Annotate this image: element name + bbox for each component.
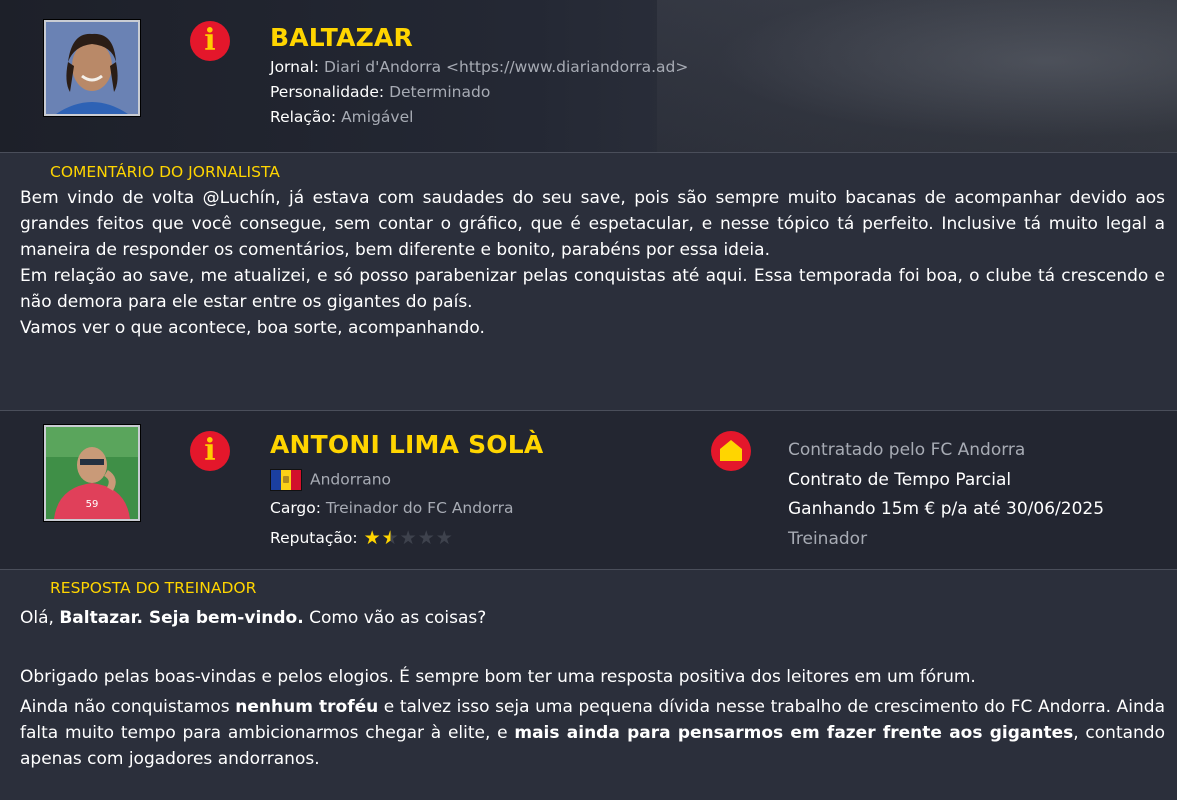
relation-value: Amigável bbox=[341, 108, 414, 126]
nationality-value[interactable]: Andorrano bbox=[310, 471, 391, 489]
journalist-photo[interactable] bbox=[44, 20, 140, 116]
reply-bold-text: Baltazar. Seja bem-vindo. bbox=[59, 608, 304, 628]
reply-text: Ainda não conquistamos bbox=[20, 697, 236, 717]
coach-reply-title: RESPOSTA DO TREINADOR bbox=[50, 579, 257, 597]
contract-club[interactable]: Contratado pelo FC Andorra bbox=[788, 440, 1025, 460]
reply-line-1: Olá, Baltazar. Seja bem-vindo. Como vão … bbox=[20, 605, 1165, 631]
reputation-label: Reputação: bbox=[270, 529, 358, 547]
star-icon: ★ bbox=[435, 527, 453, 549]
reply-bold-text: nenhum troféu bbox=[235, 697, 379, 717]
coach-info-icon[interactable]: i bbox=[190, 431, 230, 471]
contract-type: Contrato de Tempo Parcial bbox=[788, 470, 1012, 490]
journalist-info-icon[interactable]: i bbox=[190, 21, 230, 61]
journalist-name[interactable]: BALTAZAR bbox=[270, 23, 413, 52]
coach-role: Cargo: Treinador do FC Andorra bbox=[270, 499, 514, 517]
comment-paragraph-1: Bem vindo de volta @Luchín, já estava co… bbox=[20, 188, 1165, 260]
coach-photo[interactable]: 59 bbox=[44, 425, 140, 521]
newspaper-value[interactable]: Diari d'Andorra <https://www.diariandorr… bbox=[324, 58, 688, 76]
star-icon: ★ bbox=[417, 527, 435, 549]
home-icon[interactable] bbox=[711, 431, 751, 471]
reply-spacer bbox=[20, 631, 1165, 664]
reply-line-3: Ainda não conquistamos nenhum troféu e t… bbox=[20, 694, 1165, 772]
contract-role: Treinador bbox=[788, 529, 868, 549]
coach-nationality: Andorrano bbox=[270, 469, 391, 491]
personality-label: Personalidade: bbox=[270, 83, 385, 101]
personality-value: Determinado bbox=[389, 83, 491, 101]
role-label: Cargo: bbox=[270, 499, 321, 517]
journalist-personality: Personalidade: Determinado bbox=[270, 83, 490, 101]
svg-text:59: 59 bbox=[86, 499, 99, 510]
reply-text: Como vão as coisas? bbox=[303, 608, 487, 628]
journalist-comment-title: COMENTÁRIO DO JORNALISTA bbox=[50, 163, 280, 181]
header-background bbox=[657, 0, 1177, 152]
reply-text: Olá, bbox=[20, 608, 60, 628]
journalist-newspaper: Jornal: Diari d'Andorra <https://www.dia… bbox=[270, 58, 688, 76]
journalist-header bbox=[0, 0, 1177, 153]
reply-bold-text: mais ainda para pensarmos em fazer frent… bbox=[514, 723, 1074, 743]
star-icon: ★ bbox=[363, 527, 381, 549]
star-icon: ★ bbox=[381, 527, 399, 549]
relation-label: Relação: bbox=[270, 108, 337, 126]
reputation-stars: ★★★★★ bbox=[364, 529, 454, 548]
andorra-flag-icon bbox=[270, 469, 302, 491]
journalist-portrait bbox=[46, 22, 138, 114]
role-value[interactable]: Treinador do FC Andorra bbox=[326, 499, 514, 517]
coach-name[interactable]: ANTONI LIMA SOLÀ bbox=[270, 430, 543, 459]
coach-header bbox=[0, 410, 1177, 570]
coach-reply: Olá, Baltazar. Seja bem-vindo. Como vão … bbox=[20, 605, 1165, 772]
newspaper-label: Jornal: bbox=[270, 58, 320, 76]
star-icon: ★ bbox=[399, 527, 417, 549]
coach-portrait: 59 bbox=[46, 427, 138, 519]
coach-reputation: Reputação: ★★★★★ bbox=[270, 529, 454, 548]
comment-paragraph-2: Em relação ao save, me atualizei, e só p… bbox=[20, 266, 1165, 312]
journalist-comment: Bem vindo de volta @Luchín, já estava co… bbox=[20, 185, 1165, 341]
comment-paragraph-3: Vamos ver o que acontece, boa sorte, aco… bbox=[20, 318, 485, 338]
contract-wage: Ganhando 15m € p/a até 30/06/2025 bbox=[788, 499, 1105, 519]
reply-line-2: Obrigado pelas boas-vindas e pelos elogi… bbox=[20, 667, 976, 687]
journalist-relation: Relação: Amigável bbox=[270, 108, 413, 126]
